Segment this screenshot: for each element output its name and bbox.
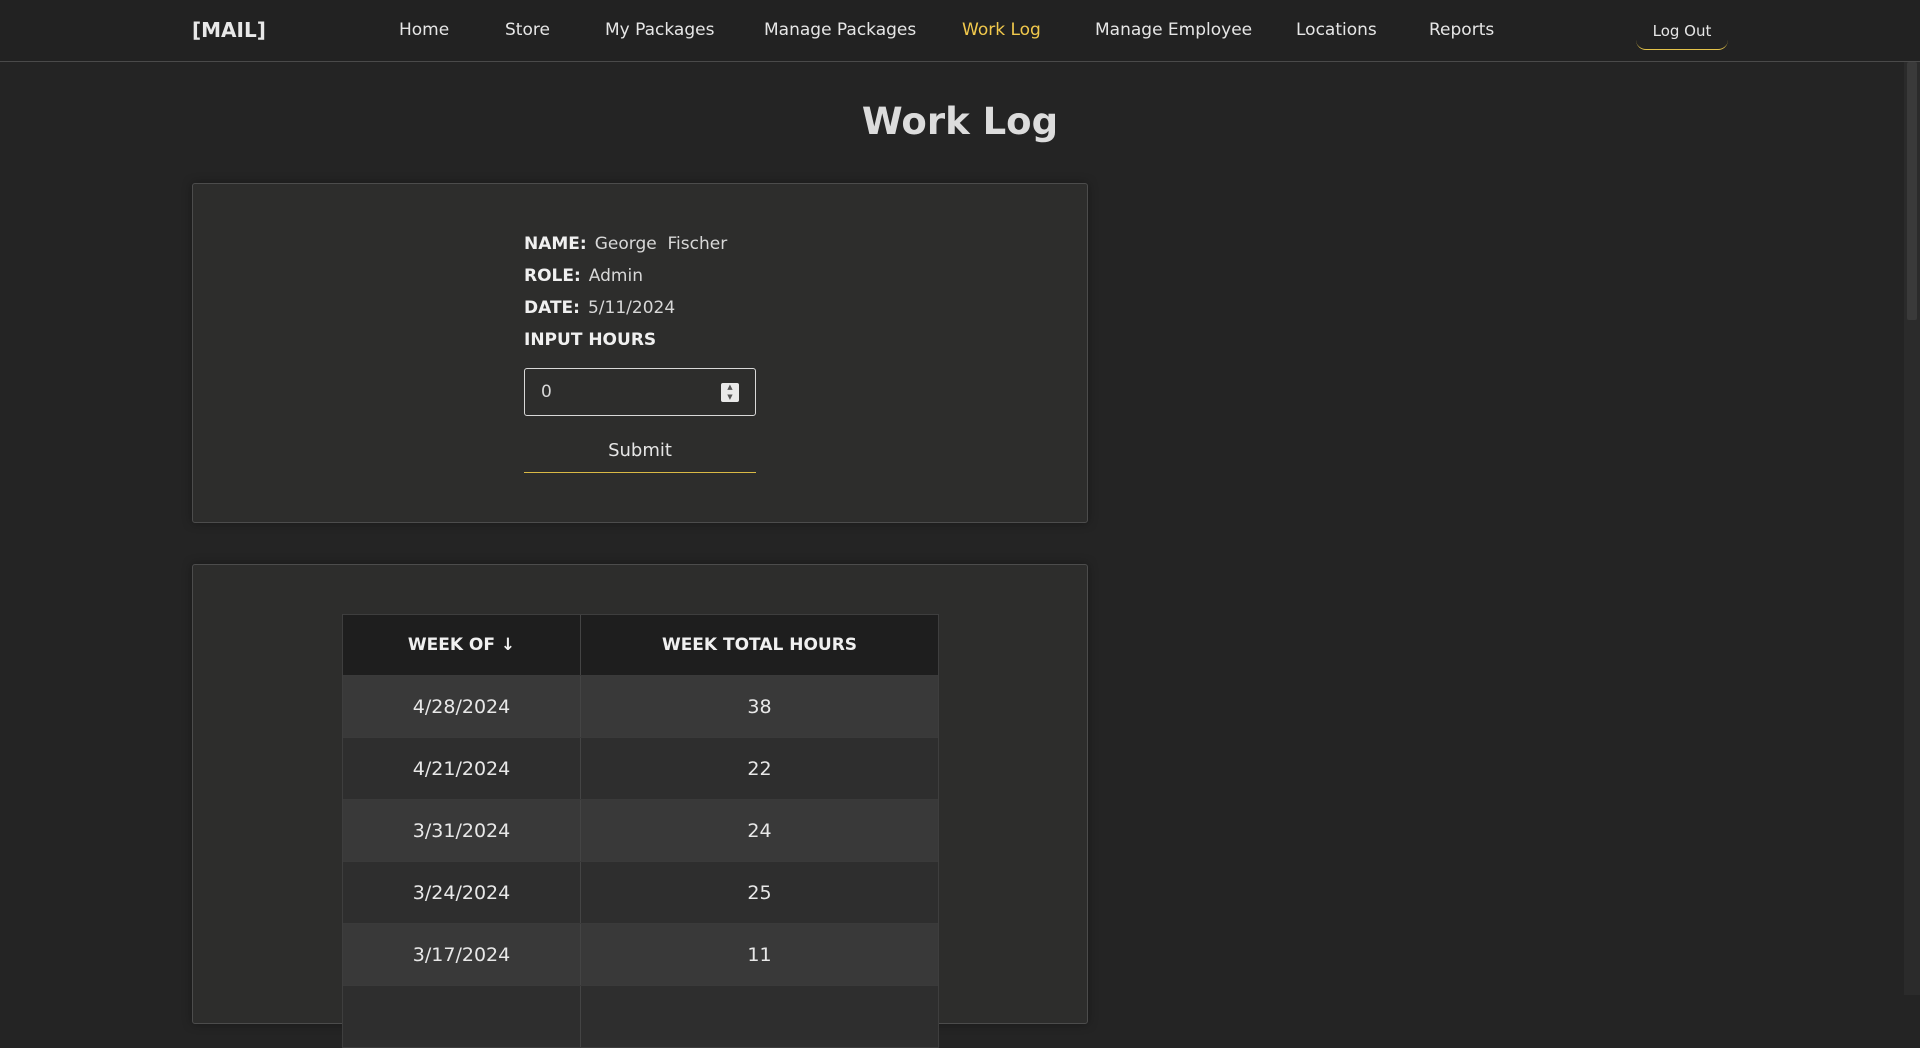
week-of-cell: 3/31/2024 bbox=[343, 800, 581, 861]
date-field: DATE: 5/11/2024 bbox=[524, 298, 675, 318]
week-of-cell bbox=[343, 986, 581, 1047]
nav-manage-packages[interactable]: Manage Packages bbox=[764, 20, 916, 40]
role-value: Admin bbox=[588, 266, 643, 286]
table-row: 4/28/2024 38 bbox=[343, 675, 938, 737]
hours-stepper[interactable]: ▲ ▼ bbox=[721, 383, 739, 402]
page-scrollbar[interactable] bbox=[1904, 62, 1920, 995]
week-of-cell: 4/28/2024 bbox=[343, 676, 581, 737]
chevron-up-icon[interactable]: ▲ bbox=[721, 383, 739, 392]
role-label: ROLE: bbox=[524, 266, 581, 286]
week-of-cell: 3/24/2024 bbox=[343, 862, 581, 923]
nav-store[interactable]: Store bbox=[505, 20, 550, 40]
submit-button[interactable]: Submit bbox=[524, 432, 756, 473]
nav-home[interactable]: Home bbox=[399, 20, 449, 40]
nav-work-log[interactable]: Work Log bbox=[962, 20, 1041, 40]
week-of-header[interactable]: WEEK OF ↓ bbox=[343, 615, 581, 675]
hours-label-text: INPUT HOURS bbox=[524, 330, 657, 350]
chevron-down-icon[interactable]: ▼ bbox=[721, 393, 739, 402]
nav-locations[interactable]: Locations bbox=[1296, 20, 1377, 40]
date-value: 5/11/2024 bbox=[587, 298, 676, 318]
table-header: WEEK OF ↓ WEEK TOTAL HOURS bbox=[343, 615, 938, 675]
total-hours-cell: 38 bbox=[747, 696, 772, 718]
nav-manage-employee[interactable]: Manage Employee bbox=[1095, 20, 1252, 40]
date-label: DATE: bbox=[524, 298, 580, 318]
work-log-table: WEEK OF ↓ WEEK TOTAL HOURS 4/28/2024 38 … bbox=[342, 614, 939, 1048]
table-row: 4/21/2024 22 bbox=[343, 737, 938, 799]
total-hours-cell: 25 bbox=[747, 882, 772, 904]
table-row bbox=[343, 985, 938, 1047]
top-navbar: [MAIL] Home Store My Packages Manage Pac… bbox=[0, 0, 1920, 62]
total-hours-cell: 11 bbox=[747, 944, 772, 966]
table-row: 3/24/2024 25 bbox=[343, 861, 938, 923]
total-hours-cell: 22 bbox=[747, 758, 772, 780]
brand-logo[interactable]: [MAIL] bbox=[192, 18, 266, 42]
hours-input[interactable]: 0 ▲ ▼ bbox=[524, 368, 756, 416]
week-of-cell: 4/21/2024 bbox=[343, 738, 581, 799]
name-value: George Fischer bbox=[594, 234, 728, 254]
name-label: NAME: bbox=[524, 234, 587, 254]
week-total-hours-header[interactable]: WEEK TOTAL HOURS bbox=[581, 615, 938, 675]
scrollbar-thumb[interactable] bbox=[1907, 62, 1917, 320]
name-field: NAME: George Fischer bbox=[524, 234, 727, 254]
total-hours-cell: 24 bbox=[747, 820, 772, 842]
week-of-cell: 3/17/2024 bbox=[343, 924, 581, 985]
input-hours-label: INPUT HOURS bbox=[524, 330, 664, 350]
hours-input-value: 0 bbox=[541, 382, 552, 402]
nav-my-packages[interactable]: My Packages bbox=[605, 20, 714, 40]
total-hours-cell bbox=[581, 986, 938, 1047]
role-field: ROLE: Admin bbox=[524, 266, 643, 286]
page-title: Work Log bbox=[861, 100, 1059, 143]
nav-reports[interactable]: Reports bbox=[1429, 20, 1494, 40]
table-row: 3/17/2024 11 bbox=[343, 923, 938, 985]
table-row: 3/31/2024 24 bbox=[343, 799, 938, 861]
logout-button[interactable]: Log Out bbox=[1636, 14, 1728, 50]
